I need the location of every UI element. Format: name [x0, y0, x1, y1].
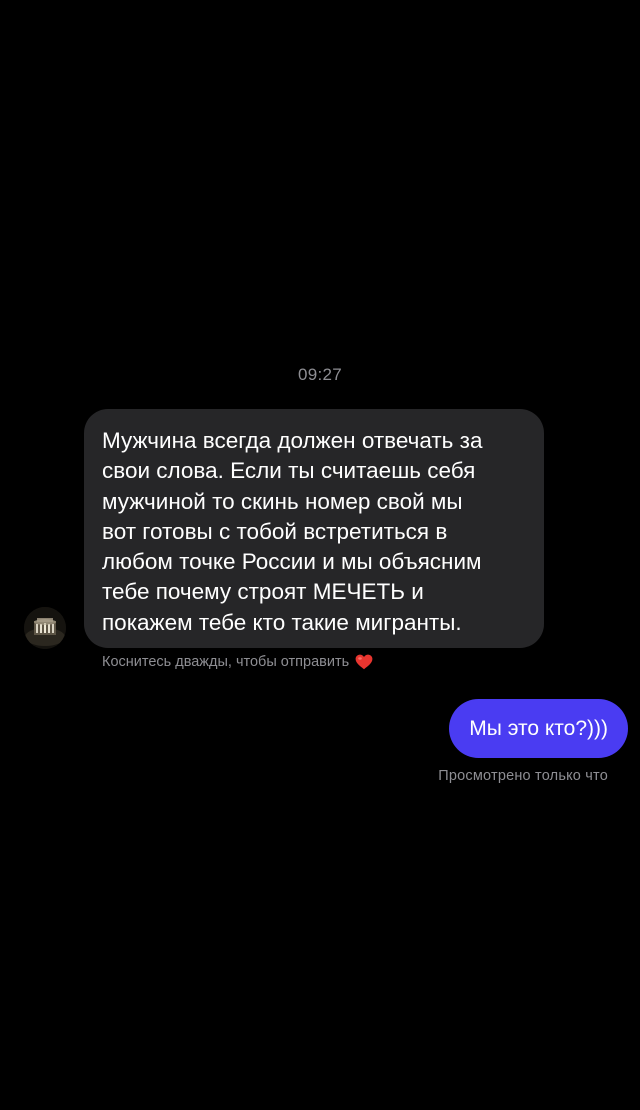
red-heart-icon[interactable]: [355, 654, 373, 670]
double-tap-hint-label: Коснитесь дважды, чтобы отправить: [102, 654, 350, 670]
incoming-message-bubble[interactable]: Мужчина всегда должен отвечать за свои с…: [84, 409, 544, 648]
message-timestamp: 09:27: [297, 365, 343, 384]
avatar-image: [24, 607, 66, 649]
double-tap-hint[interactable]: Коснитесь дважды, чтобы отправить: [102, 654, 373, 670]
outgoing-message-bubble[interactable]: Мы это кто?))): [449, 699, 628, 758]
sender-avatar[interactable]: [24, 607, 66, 649]
seen-status: Просмотрено только что: [438, 768, 608, 784]
